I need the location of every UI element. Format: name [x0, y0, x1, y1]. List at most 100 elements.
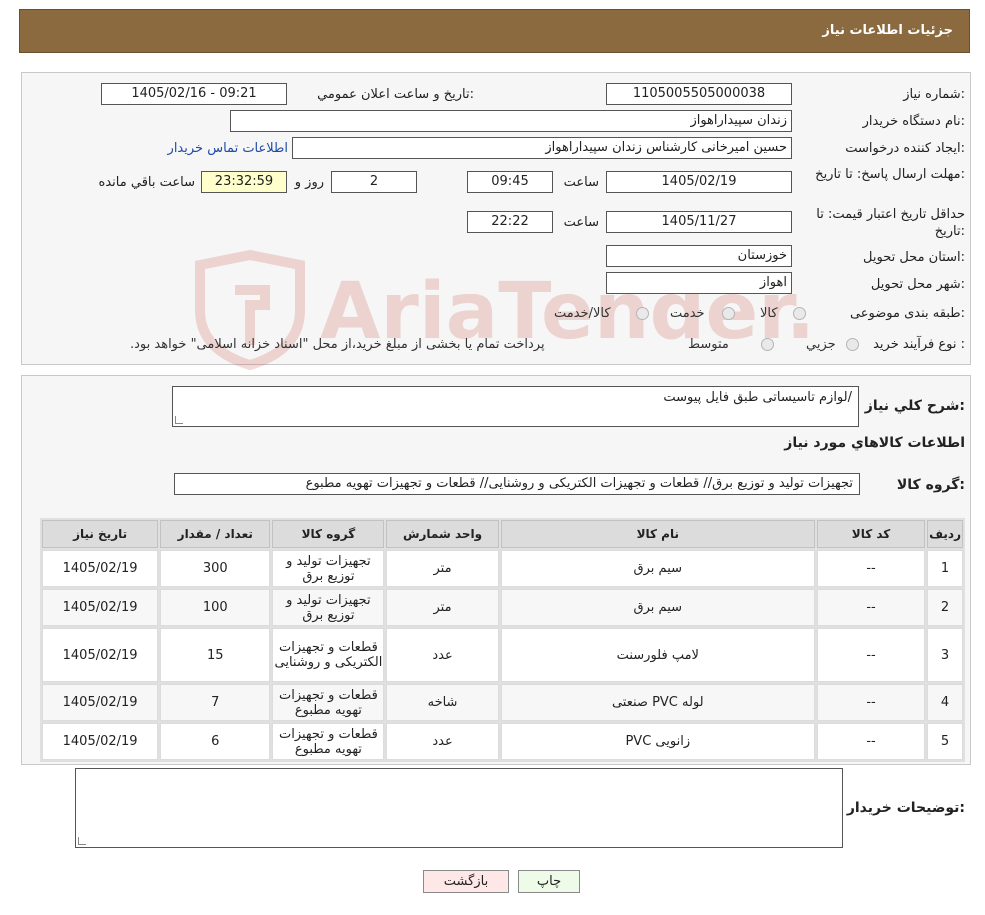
- table-header-row: رديف كد كالا نام كالا واحد شمارش گروه كا…: [42, 520, 963, 548]
- cell-row-number: 5: [927, 723, 963, 760]
- cell-unit: متر: [386, 589, 499, 626]
- print-button[interactable]: چاپ: [518, 870, 580, 893]
- cell-item-name: سیم برق: [500, 550, 815, 587]
- process-small-label: جزيي: [806, 337, 836, 352]
- cell-unit: شاخه: [386, 684, 499, 721]
- goods-group-label: گروه كالا:: [896, 477, 965, 493]
- category-goods-service-radio[interactable]: [636, 307, 649, 320]
- cell-row-number: 2: [927, 589, 963, 626]
- cell-need-date: 1405/02/19: [42, 550, 159, 587]
- goods-section-title: اطلاعات كالاهاي مورد نياز: [784, 435, 965, 451]
- need-number-label: شماره نیاز:: [903, 87, 965, 102]
- cell-item-name: لامپ فلورسنت: [500, 628, 815, 682]
- cell-quantity: 100: [160, 589, 271, 626]
- cell-item-code: --: [816, 723, 926, 760]
- validity-time-label: ساعت: [563, 215, 599, 230]
- cell-item-name: زانویی PVC: [500, 723, 815, 760]
- category-service-radio[interactable]: [722, 307, 735, 320]
- cell-need-date: 1405/02/19: [42, 589, 159, 626]
- days-field: 2: [331, 171, 417, 193]
- announce-label: تاریخ و ساعت اعلان عمومي:: [317, 87, 474, 102]
- process-medium-label: متوسط: [688, 337, 729, 352]
- announce-field: 1405/02/16 - 09:21: [101, 83, 287, 105]
- col-item-code: كد كالا: [816, 520, 926, 548]
- reply-date-field: 1405/02/19: [606, 171, 792, 193]
- cell-quantity: 6: [160, 723, 271, 760]
- table-row: 5 -- زانویی PVC عدد قطعات و تجهیزات تهوی…: [42, 723, 963, 760]
- requester-field: حسین امیرخانی کارشناس زندان سپیداراهواز: [292, 137, 792, 159]
- buyer-org-field: زندان سپیداراهواز: [230, 110, 792, 132]
- cell-row-number: 1: [927, 550, 963, 587]
- cell-item-name: لوله PVC صنعتی: [500, 684, 815, 721]
- cell-quantity: 7: [160, 684, 271, 721]
- page-header: جزئیات اطلاعات نیاز: [19, 9, 970, 53]
- resize-grip-icon: [175, 416, 183, 424]
- cell-quantity: 300: [160, 550, 271, 587]
- description-label: شرح کلي نياز:: [864, 398, 965, 414]
- cell-unit: عدد: [386, 723, 499, 760]
- buyer-notes-label: توضيحات خريدار:: [846, 800, 965, 816]
- category-service-label: خدمت: [670, 306, 705, 321]
- cell-item-group: قطعات و تجهیزات الکتریکی و روشنایی: [272, 628, 385, 682]
- table-row: 4 -- لوله PVC صنعتی شاخه قطعات و تجهیزات…: [42, 684, 963, 721]
- requester-label: ایجاد کننده درخواست:: [845, 141, 965, 156]
- cell-row-number: 3: [927, 628, 963, 682]
- need-number-field: 1105005505000038: [606, 83, 792, 105]
- col-unit: واحد شمارش: [386, 520, 499, 548]
- goods-group-field: تجهیزات تولید و توزیع برق// قطعات و تجهی…: [174, 473, 860, 495]
- cell-item-code: --: [816, 628, 926, 682]
- remaining-time-field: 23:32:59: [201, 171, 287, 193]
- city-label: شهر محل تحويل:: [870, 277, 965, 292]
- table-row: 3 -- لامپ فلورسنت عدد قطعات و تجهیزات ال…: [42, 628, 963, 682]
- description-text: لوازم تاسیساتی طبق فایل پیوست/: [663, 390, 852, 405]
- col-need-date: تاريخ نياز: [42, 520, 159, 548]
- category-goods-radio[interactable]: [793, 307, 806, 320]
- province-field: خوزستان: [606, 245, 792, 267]
- cell-item-group: قطعات و تجهیزات تهویه مطبوع: [272, 723, 385, 760]
- process-note: پرداخت تمام يا بخشی از مبلغ خريد،از محل …: [130, 337, 545, 352]
- page-title: جزئیات اطلاعات نیاز: [822, 23, 953, 38]
- cell-need-date: 1405/02/19: [42, 628, 159, 682]
- cell-item-group: تجهیزات تولید و توزیع برق: [272, 550, 385, 587]
- validity-label: حداقل تاريخ اعتبار قيمت: تا تاریخ:: [816, 207, 965, 239]
- cell-unit: عدد: [386, 628, 499, 682]
- buyer-notes-field[interactable]: [75, 768, 843, 848]
- process-label: نوع فرآيند خريد :: [873, 337, 965, 352]
- buyer-contact-link[interactable]: اطلاعات تماس خريدار: [168, 141, 288, 156]
- description-field: لوازم تاسیساتی طبق فایل پیوست/: [172, 386, 859, 427]
- reply-time-label: ساعت: [563, 175, 599, 190]
- validity-time-field: 22:22: [467, 211, 553, 233]
- process-medium-radio[interactable]: [761, 338, 774, 351]
- table-row: 2 -- سیم برق متر تجهیزات تولید و توزیع ب…: [42, 589, 963, 626]
- reply-time-field: 09:45: [467, 171, 553, 193]
- items-table: رديف كد كالا نام كالا واحد شمارش گروه كا…: [40, 518, 965, 762]
- back-button[interactable]: بازگشت: [423, 870, 509, 893]
- days-label: روز و: [294, 175, 324, 190]
- col-quantity: تعداد / مقدار: [160, 520, 271, 548]
- cell-need-date: 1405/02/19: [42, 684, 159, 721]
- process-small-radio[interactable]: [846, 338, 859, 351]
- remaining-label: ساعت باقي مانده: [98, 175, 195, 190]
- cell-item-code: --: [816, 684, 926, 721]
- city-field: اهواز: [606, 272, 792, 294]
- province-label: استان محل تحويل:: [863, 250, 965, 265]
- cell-quantity: 15: [160, 628, 271, 682]
- cell-unit: متر: [386, 550, 499, 587]
- cell-item-group: تجهیزات تولید و توزیع برق: [272, 589, 385, 626]
- col-row-number: رديف: [927, 520, 963, 548]
- cell-item-name: سیم برق: [500, 589, 815, 626]
- buyer-org-label: نام دستگاه خريدار:: [862, 114, 965, 129]
- category-label: طبقه بندی موضوعی:: [849, 306, 965, 321]
- cell-item-code: --: [816, 589, 926, 626]
- category-goods-service-label: كالا/خدمت: [554, 306, 611, 321]
- resize-grip-icon: [78, 837, 86, 845]
- col-item-name: نام كالا: [500, 520, 815, 548]
- validity-date-field: 1405/11/27: [606, 211, 792, 233]
- reply-deadline-label: مهلت ارسال پاسخ: تا تاریخ:: [815, 167, 965, 182]
- cell-item-group: قطعات و تجهیزات تهویه مطبوع: [272, 684, 385, 721]
- cell-row-number: 4: [927, 684, 963, 721]
- col-item-group: گروه كالا: [272, 520, 385, 548]
- cell-need-date: 1405/02/19: [42, 723, 159, 760]
- cell-item-code: --: [816, 550, 926, 587]
- table-row: 1 -- سیم برق متر تجهیزات تولید و توزیع ب…: [42, 550, 963, 587]
